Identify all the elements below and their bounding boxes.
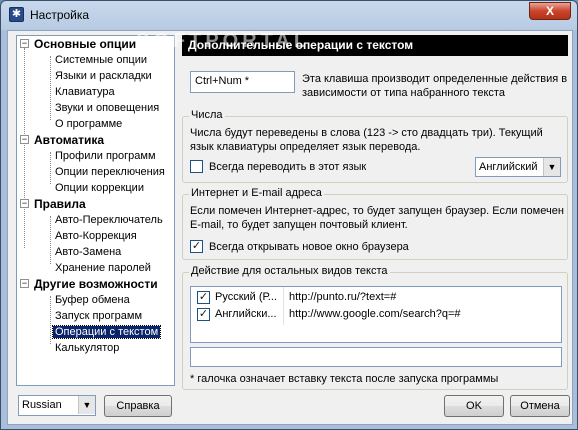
row-name: Русский (Р... (215, 291, 277, 303)
numbers-description: Числа будут переведены в слова (123 -> с… (190, 127, 543, 153)
hotkey-field[interactable]: Ctrl+Num * (190, 71, 295, 93)
column-divider (283, 287, 284, 325)
tree-group-main[interactable]: Основные опции (34, 36, 136, 52)
tree-item-sounds[interactable]: Звуки и оповещения (55, 100, 159, 116)
list-item[interactable]: ✓ Английски... http://www.google.com/sea… (191, 306, 561, 323)
hotkey-description: Эта клавиша производит определенные дейс… (302, 73, 568, 99)
tree-item-system[interactable]: Системные опции (55, 52, 147, 68)
checkbox-note: * галочка означает вставку текста после … (190, 373, 499, 385)
new-window-checkbox[interactable]: ✓ (190, 240, 203, 253)
numbers-group-title: Числа (189, 109, 225, 121)
list-item[interactable]: ✓ Русский (Р... http://punto.ru/?text=# (191, 289, 561, 306)
chevron-down-icon[interactable]: ▼ (543, 158, 560, 176)
tree-group-rules[interactable]: Правила (34, 196, 86, 212)
collapse-icon[interactable]: − (20, 39, 29, 48)
tree-item-calculator[interactable]: Калькулятор (55, 340, 119, 356)
ok-button[interactable]: OK (444, 395, 504, 417)
chevron-down-icon[interactable]: ▼ (78, 396, 95, 414)
help-button[interactable]: Справка (104, 395, 172, 417)
row-name: Английски... (215, 308, 277, 320)
internet-group-title: Интернет и E-mail адреса (189, 187, 324, 199)
watermark: SOFTPORTAL (136, 30, 311, 52)
tree-item-auto-switcher[interactable]: Авто-Переключатель (55, 212, 163, 228)
tree-group-other[interactable]: Другие возможности (34, 276, 158, 292)
app-icon: ✱ (9, 7, 24, 22)
client-area: − Основные опции Системные опции Языки и… (7, 30, 573, 425)
row-checkbox[interactable]: ✓ (197, 308, 210, 321)
tree-item-switch-options[interactable]: Опции переключения (55, 164, 165, 180)
window-title: Настройка (30, 8, 90, 22)
internet-description: Если помечен Интернет-адрес, то будет за… (190, 205, 564, 231)
translate-checkbox-label: Всегда переводить в этот язык (209, 161, 367, 173)
tree-item-keyboard[interactable]: Клавиатура (55, 84, 115, 100)
language-select-value: Английский (479, 161, 538, 173)
ui-language-value: Russian (22, 399, 62, 411)
tree-item-profiles[interactable]: Профили программ (55, 148, 156, 164)
tree-item-auto-replace[interactable]: Авто-Замена (55, 244, 121, 260)
actions-list[interactable]: ✓ Русский (Р... http://punto.ru/?text=# … (190, 286, 562, 343)
collapse-icon[interactable]: − (20, 279, 29, 288)
tree-item-auto-correction[interactable]: Авто-Коррекция (55, 228, 137, 244)
collapse-icon[interactable]: − (20, 135, 29, 144)
close-button[interactable]: X (529, 2, 571, 20)
tree-item-about[interactable]: О программе (55, 116, 122, 132)
other-actions-title: Действие для остальных видов текста (189, 265, 390, 277)
settings-tree[interactable]: − Основные опции Системные опции Языки и… (16, 35, 175, 386)
cancel-button[interactable]: Отмена (510, 395, 570, 417)
language-select[interactable]: Английский ▼ (475, 157, 561, 177)
row-url: http://punto.ru/?text=# (289, 291, 397, 303)
new-window-checkbox-label: Всегда открывать новое окно браузера (209, 241, 409, 253)
tree-item-clipboard[interactable]: Буфер обмена (55, 292, 130, 308)
tree-item-launch[interactable]: Запуск программ (55, 308, 142, 324)
tree-group-automation[interactable]: Автоматика (34, 132, 104, 148)
ui-language-select[interactable]: Russian ▼ (18, 395, 96, 416)
tree-item-languages[interactable]: Языки и раскладки (55, 68, 152, 84)
row-url: http://www.google.com/search?q=# (289, 308, 461, 320)
title-bar[interactable]: ✱ Настройка X (1, 1, 577, 29)
tree-item-correction-options[interactable]: Опции коррекции (55, 180, 144, 196)
tree-item-text-operations[interactable]: Операции с текстом (51, 324, 162, 340)
translate-checkbox[interactable] (190, 160, 203, 173)
tree-item-passwords[interactable]: Хранение паролей (55, 260, 151, 276)
action-edit-field[interactable] (190, 347, 562, 367)
collapse-icon[interactable]: − (20, 199, 29, 208)
settings-window: ✱ Настройка X SOFTPORTAL − Основные опци… (0, 0, 578, 430)
row-checkbox[interactable]: ✓ (197, 291, 210, 304)
